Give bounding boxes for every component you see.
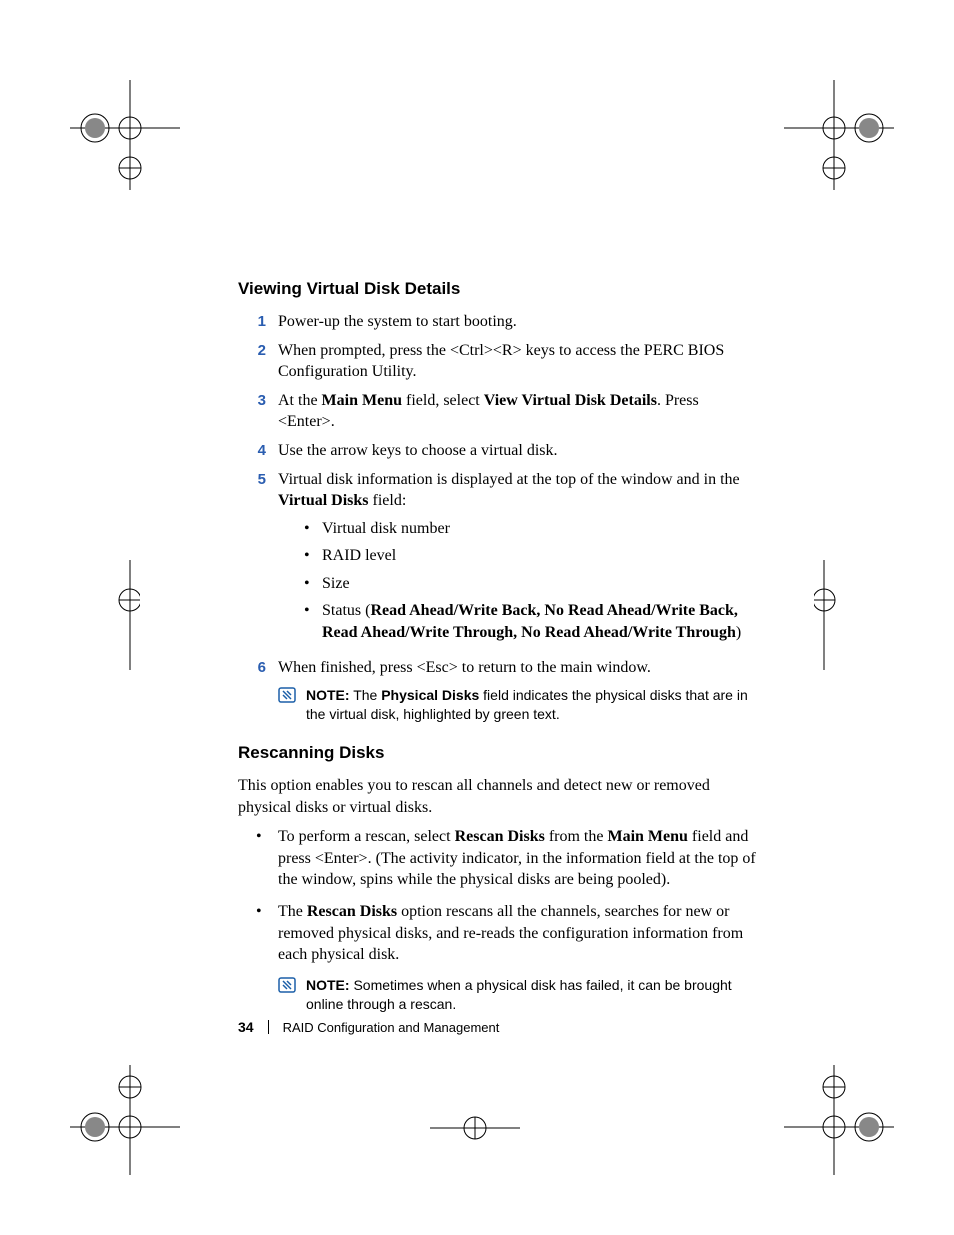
note-block: NOTE: The Physical Disks field indicates… <box>278 686 758 724</box>
list-item: 1 Power-up the system to start booting. <box>238 311 758 333</box>
list-item: RAID level <box>304 545 758 567</box>
register-mark-icon <box>430 1100 520 1140</box>
list-item: Status (Read Ahead/Write Back, No Read A… <box>304 600 758 643</box>
register-mark-icon <box>80 560 140 670</box>
list-item: To perform a rescan, select Rescan Disks… <box>250 826 758 891</box>
sub-list: Virtual disk number RAID level Size Stat… <box>304 518 758 644</box>
page-number: 34 <box>238 1018 254 1037</box>
list-item: 2 When prompted, press the <Ctrl><R> key… <box>238 340 758 383</box>
footer-title: RAID Configuration and Management <box>283 1019 500 1037</box>
note-icon <box>278 686 306 724</box>
crop-mark-icon <box>70 1065 180 1175</box>
list-item: 5 Virtual disk information is displayed … <box>238 469 758 650</box>
list-item: 6 When finished, press <Esc> to return t… <box>238 657 758 679</box>
step-text: Virtual disk information is displayed at… <box>278 469 758 650</box>
note-icon <box>278 976 306 1014</box>
step-text: When prompted, press the <Ctrl><R> keys … <box>278 340 758 383</box>
paragraph: This option enables you to rescan all ch… <box>238 775 758 818</box>
bullet-list: To perform a rescan, select Rescan Disks… <box>250 826 758 1013</box>
page-content: Viewing Virtual Disk Details 1 Power-up … <box>238 260 758 1024</box>
step-number: 4 <box>238 440 278 462</box>
footer-separator <box>268 1020 269 1034</box>
crop-mark-icon <box>784 80 894 190</box>
step-text: Power-up the system to start booting. <box>278 311 758 333</box>
step-number: 6 <box>238 657 278 679</box>
register-mark-icon <box>814 560 874 670</box>
list-item: The Rescan Disks option rescans all the … <box>250 901 758 1014</box>
ordered-steps: 1 Power-up the system to start booting. … <box>238 311 758 678</box>
note-block: NOTE: Sometimes when a physical disk has… <box>278 976 758 1014</box>
note-text: NOTE: The Physical Disks field indicates… <box>306 686 758 724</box>
crop-mark-icon <box>70 80 180 190</box>
page-footer: 34 RAID Configuration and Management <box>238 1018 499 1037</box>
step-number: 1 <box>238 311 278 333</box>
list-item: Size <box>304 573 758 595</box>
step-number: 5 <box>238 469 278 650</box>
section-heading: Rescanning Disks <box>238 742 758 765</box>
list-item: 3 At the Main Menu field, select View Vi… <box>238 390 758 433</box>
step-number: 2 <box>238 340 278 383</box>
crop-mark-icon <box>784 1065 894 1175</box>
note-text: NOTE: Sometimes when a physical disk has… <box>306 976 758 1014</box>
list-item: 4 Use the arrow keys to choose a virtual… <box>238 440 758 462</box>
list-item: Virtual disk number <box>304 518 758 540</box>
step-number: 3 <box>238 390 278 433</box>
section-heading: Viewing Virtual Disk Details <box>238 278 758 301</box>
step-text: At the Main Menu field, select View Virt… <box>278 390 758 433</box>
step-text: When finished, press <Esc> to return to … <box>278 657 758 679</box>
step-text: Use the arrow keys to choose a virtual d… <box>278 440 758 462</box>
